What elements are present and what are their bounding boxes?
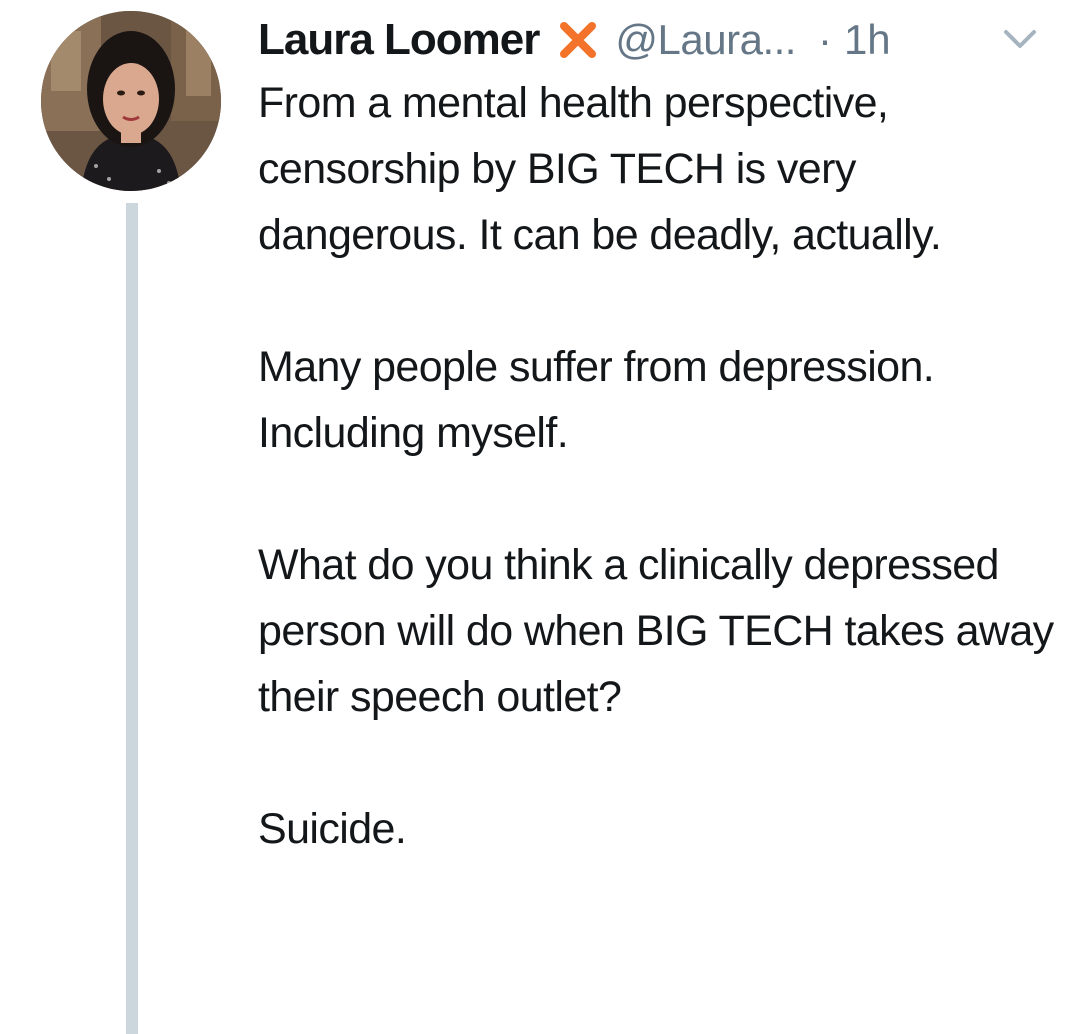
- tweet-header: Laura Loomer @Laura... · 1h: [258, 14, 891, 66]
- author-handle[interactable]: @Laura...: [615, 16, 796, 64]
- tweet-timestamp[interactable]: 1h: [844, 16, 891, 64]
- meta-separator: ·: [817, 16, 832, 63]
- author-name[interactable]: Laura Loomer: [258, 15, 540, 65]
- tweet-paragraph: What do you think a clinically depressed…: [258, 541, 1054, 721]
- tweet-text: From a mental health perspective, censor…: [258, 70, 1058, 928]
- thread-line: [126, 203, 138, 1034]
- orange-x-icon: [560, 22, 597, 58]
- tweet-paragraph: From a mental health perspective, censor…: [258, 79, 942, 259]
- avatar-photo: [41, 11, 221, 191]
- chevron-down-icon[interactable]: [1000, 26, 1040, 52]
- tweet-paragraph: Suicide.: [258, 805, 407, 853]
- avatar[interactable]: [41, 11, 221, 191]
- tweet-paragraph: Many people suffer from depression. Incl…: [258, 343, 935, 457]
